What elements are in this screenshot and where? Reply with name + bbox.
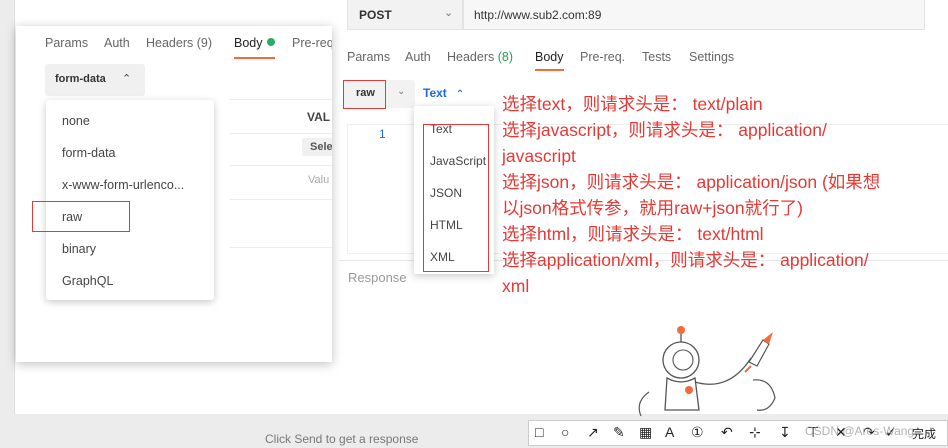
annotation-line: 选择text，则请求头是： text/plain — [502, 94, 763, 114]
method-label: POST — [359, 8, 392, 22]
status-dot-icon — [266, 38, 275, 46]
arrow-icon[interactable]: ↗ — [587, 424, 599, 441]
menu-item-graphql[interactable]: GraphQL — [62, 274, 113, 288]
tab-body[interactable]: Body — [535, 50, 564, 71]
response-label: Response — [348, 270, 407, 285]
text-icon[interactable]: A — [665, 424, 674, 440]
annotation-line: 选择application/xml，则请求头是： application/ — [502, 250, 869, 270]
highlight-box — [423, 124, 489, 272]
value-placeholder[interactable]: Valu — [308, 174, 329, 186]
highlight-box — [32, 201, 130, 232]
menu-item-binary[interactable]: binary — [62, 242, 96, 256]
chevron-down-icon: ⌄ — [397, 86, 406, 97]
annotation-line: 选择javascript，则请求头是： application/ — [502, 120, 827, 140]
chevron-up-icon: ⌃ — [122, 73, 132, 85]
annotation-line: javascript — [502, 146, 576, 166]
highlight-box — [343, 80, 386, 109]
astronaut-illustration — [638, 326, 776, 417]
left-tab-params[interactable]: Params — [45, 36, 88, 50]
rect-icon[interactable]: □ — [535, 424, 543, 440]
pen-icon[interactable]: ✎ — [613, 424, 625, 441]
menu-item-form-data[interactable]: form-data — [62, 146, 116, 160]
annotation-line: 以json格式传参，就用raw+json就行了) — [502, 198, 803, 218]
circle-icon[interactable]: ○ — [561, 424, 569, 440]
left-tab-body[interactable]: Body — [234, 36, 275, 59]
response-hint: Click Send to get a response — [265, 432, 419, 446]
annotation-line: 选择json，则请求头是： application/json (如果想 — [502, 172, 881, 192]
tab-params[interactable]: Params — [347, 50, 390, 64]
left-body-mode-value: form-data — [55, 73, 106, 85]
method-select[interactable]: POST ⌄ — [347, 0, 463, 30]
chevron-up-icon: ⌃ — [455, 89, 465, 100]
download-icon[interactable]: ↧ — [779, 424, 791, 441]
type-select-chip[interactable]: Sele — [302, 138, 332, 156]
left-tab-headers[interactable]: Headers (9) — [146, 36, 212, 50]
undo-icon[interactable]: ↶ — [721, 424, 733, 441]
value-column-header: VAL — [307, 110, 331, 124]
annotation-line: xml — [502, 276, 530, 296]
tab-headers[interactable]: Headers (8) — [447, 50, 513, 64]
tab-auth[interactable]: Auth — [405, 50, 431, 64]
raw-type-select[interactable]: Text ⌃ — [423, 86, 464, 100]
crop-icon[interactable]: ⊹ — [749, 424, 761, 441]
tab-tests[interactable]: Tests — [642, 50, 671, 64]
watermark: CSDN @Ares-Wang — [805, 424, 915, 438]
menu-item-urlencoded[interactable]: x-www-form-urlenco... — [62, 178, 184, 192]
raw-type-value: Text — [423, 86, 447, 100]
mosaic-icon[interactable]: ▦ — [639, 424, 652, 441]
left-request-tabs: Params Auth Headers (9) Body Pre-req — [45, 36, 332, 59]
body-mode-menu: none form-data x-www-form-urlenco... raw… — [46, 100, 214, 300]
url-input[interactable]: http://www.sub2.com:89 — [463, 0, 925, 30]
tab-pre-req[interactable]: Pre-req. — [580, 50, 625, 64]
annotation-line: 选择html，则请求头是： text/html — [502, 224, 764, 244]
menu-item-none[interactable]: none — [62, 114, 90, 128]
line-number: 1 — [379, 127, 386, 141]
annotation-text: 选择text，则请求头是： text/plain 选择javascript，则请… — [502, 91, 948, 299]
chevron-down-icon: ⌄ — [444, 7, 454, 19]
tab-settings[interactable]: Settings — [689, 50, 734, 64]
left-tab-auth[interactable]: Auth — [104, 36, 130, 50]
left-body-mode-select[interactable]: form-data ⌃ — [45, 64, 145, 96]
left-tab-pre-req[interactable]: Pre-req — [292, 36, 332, 50]
number-icon[interactable]: ① — [691, 424, 704, 441]
left-params-table — [230, 99, 332, 349]
done-button[interactable]: 完成 — [912, 425, 936, 442]
url-value: http://www.sub2.com:89 — [474, 8, 602, 22]
